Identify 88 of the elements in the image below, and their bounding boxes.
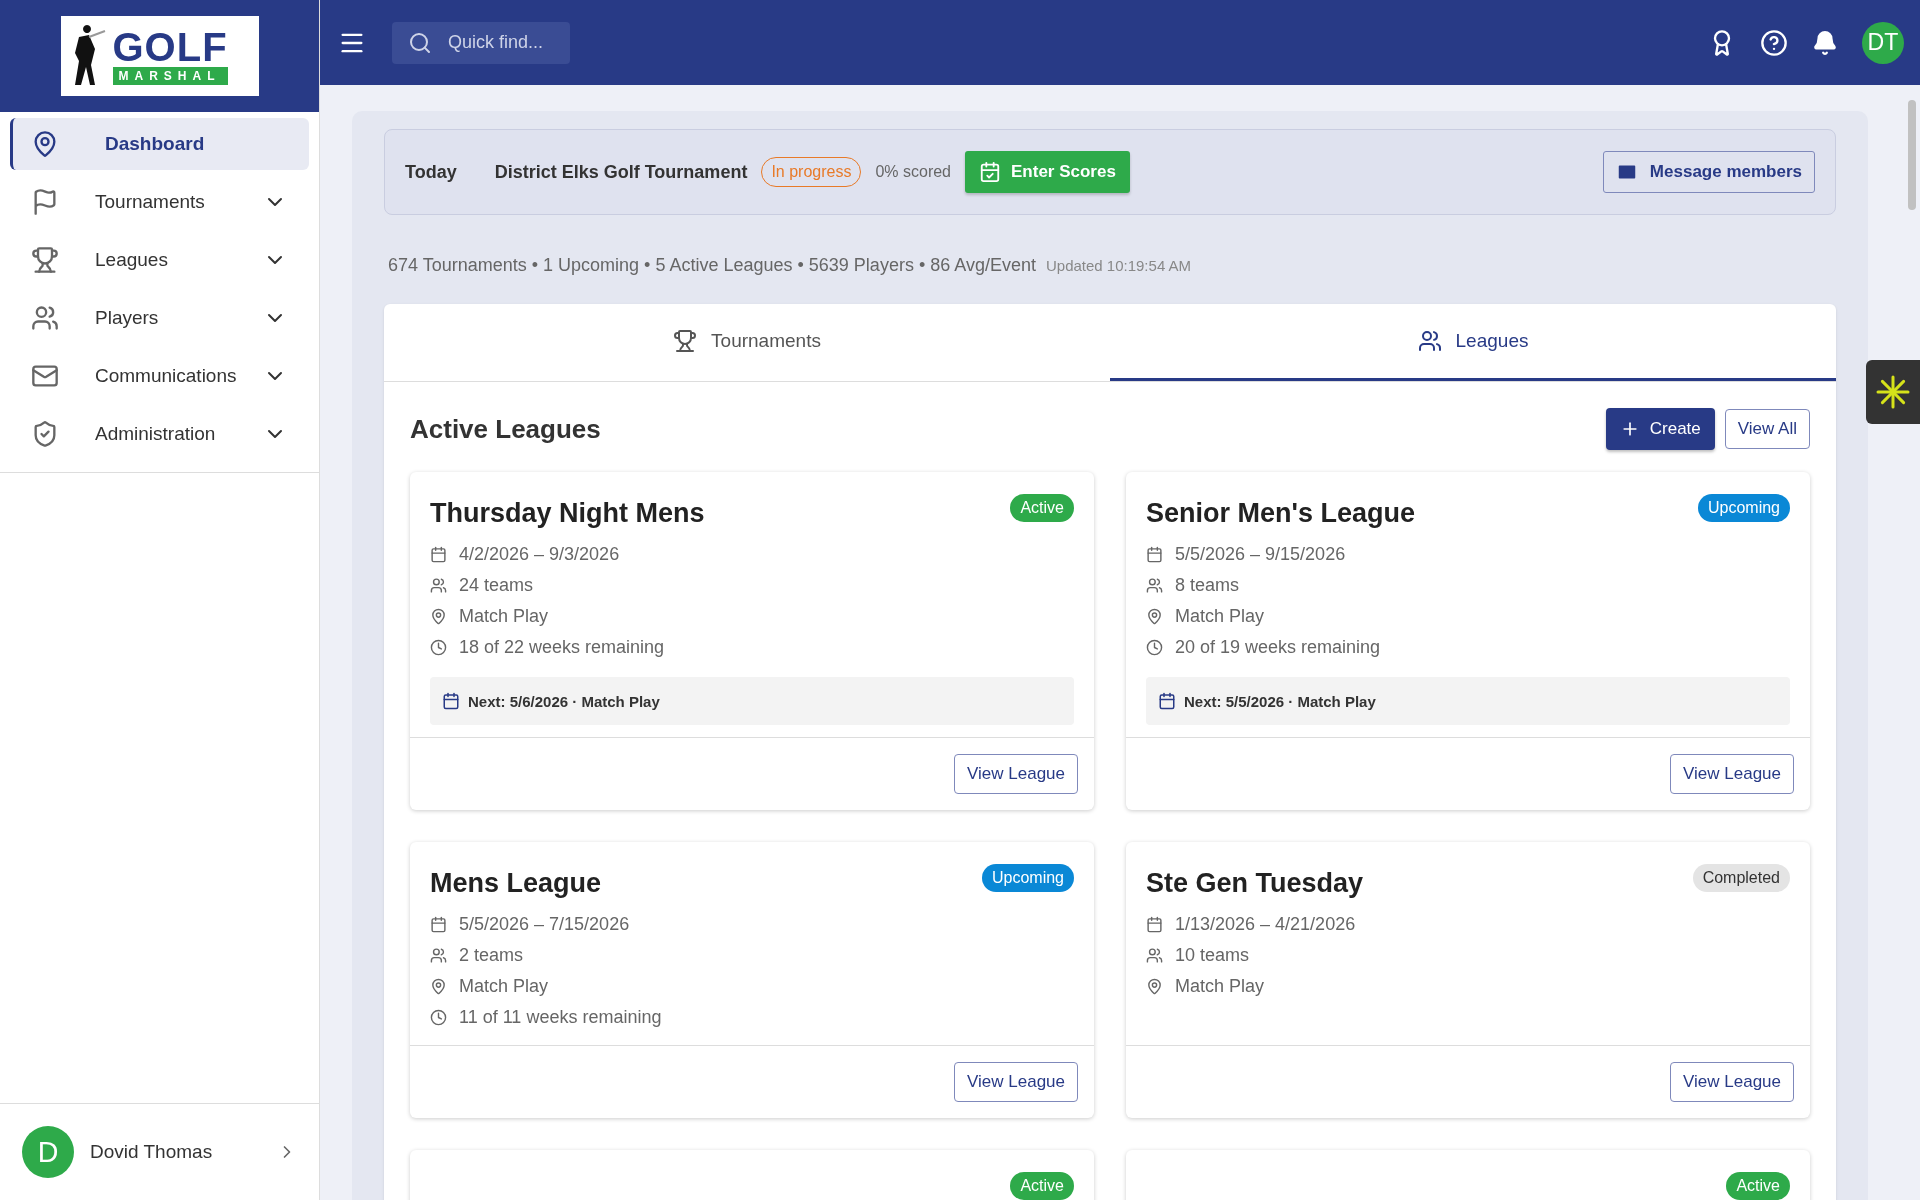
league-dates: 5/5/2026 – 9/15/2026: [1175, 544, 1346, 565]
sidebar-item[interactable]: Dashboard: [10, 118, 309, 170]
league-dates: 1/13/2026 – 4/21/2026: [1175, 914, 1356, 935]
status-badge: Active: [1726, 1172, 1790, 1200]
sidebar-item[interactable]: Players: [10, 292, 309, 344]
logo-subtitle: MARSHAL: [112, 67, 228, 85]
today-label: Today: [405, 161, 457, 183]
sidebar-label: Tournaments: [95, 191, 206, 213]
pin-icon: [1146, 978, 1163, 995]
calendar-icon: [979, 161, 1001, 183]
search-icon: [408, 30, 432, 55]
view-all-button[interactable]: View All: [1724, 409, 1810, 449]
people-icon: [1417, 329, 1442, 353]
pin-icon: [430, 978, 447, 995]
weeks-remaining: 11 of 11 weeks remaining: [459, 1007, 662, 1028]
calendar-icon: [1146, 916, 1163, 933]
message-members-button[interactable]: Message members: [1602, 151, 1815, 193]
clock-icon: [430, 1009, 447, 1026]
league-name: Ste Gen Tuesday: [1146, 868, 1364, 899]
league-teams: 8 teams: [1175, 575, 1240, 596]
sidebar-label: Administration: [95, 423, 217, 445]
tab[interactable]: Tournaments: [384, 304, 1110, 381]
scored-text: 0% scored: [875, 163, 951, 181]
status-badge: Upcoming: [981, 864, 1074, 892]
scrollbar-thumb[interactable]: [1908, 100, 1916, 210]
people-icon: [31, 304, 59, 332]
calendar-icon: [1146, 546, 1163, 563]
clock-icon: [1146, 639, 1163, 656]
league-dates: 4/2/2026 – 9/3/2026: [459, 544, 620, 565]
stats-summary: 674 Tournaments • 1 Upcoming • 5 Active Leagues • 5639 Players • 86 Avg/Event: [388, 255, 1036, 276]
sidebar-label: Dashboard: [105, 133, 206, 155]
logo-title: GOLF: [112, 27, 228, 67]
calendar-icon: [430, 546, 447, 563]
league-format: Match Play: [459, 606, 549, 627]
status-badge: Active: [1010, 1172, 1074, 1200]
people-icon: [430, 577, 447, 594]
calendar-icon: [430, 916, 447, 933]
sidebar-item[interactable]: Administration: [10, 408, 309, 460]
league-format: Match Play: [1175, 976, 1265, 997]
status-badge: Active: [1010, 494, 1074, 522]
bell-icon[interactable]: [1812, 29, 1838, 56]
people-icon: [1146, 577, 1163, 594]
trophy-icon: [31, 246, 59, 274]
sidebar-label: Players: [95, 307, 160, 329]
league-teams: 10 teams: [1175, 945, 1250, 966]
section-title: Active Leagues: [410, 413, 602, 445]
event-name: District Elks Golf Tournament: [494, 161, 748, 183]
sidebar-item[interactable]: Leagues: [10, 234, 309, 286]
calendar-icon: [442, 692, 460, 710]
pin-icon: [1146, 608, 1163, 625]
next-match: Next: 5/6/2026 · Match Play: [468, 692, 660, 710]
asterisk-icon: [1875, 374, 1911, 410]
widget-button[interactable]: [1866, 360, 1920, 424]
view-league-button[interactable]: View League: [954, 754, 1078, 794]
view-league-button[interactable]: View League: [1670, 754, 1794, 794]
user-name: Dovid Thomas: [90, 1141, 214, 1163]
league-format: Match Play: [459, 976, 549, 997]
league-teams: 24 teams: [459, 575, 534, 596]
league-name: Senior Men's League: [1146, 498, 1415, 529]
league-name: Thursday Night Mens: [430, 498, 705, 529]
sidebar-label: Communications: [95, 365, 238, 387]
weeks-remaining: 18 of 22 weeks remaining: [459, 637, 665, 658]
status-badge: Upcoming: [1697, 494, 1790, 522]
user-profile[interactable]: D Dovid Thomas: [0, 1103, 319, 1200]
tab[interactable]: Leagues: [1110, 304, 1836, 381]
user-avatar: D: [22, 1126, 74, 1178]
pin-icon: [430, 608, 447, 625]
status-badge: Completed: [1692, 864, 1790, 892]
trophy-icon: [673, 329, 698, 353]
league-teams: 2 teams: [459, 945, 524, 966]
weeks-remaining: 20 of 19 weeks remaining: [1175, 637, 1381, 658]
league-dates: 5/5/2026 – 7/15/2026: [459, 914, 630, 935]
sidebar-item[interactable]: Communications: [10, 350, 309, 402]
next-match: Next: 5/5/2026 · Match Play: [1184, 692, 1376, 710]
sidebar-item[interactable]: Tournaments: [10, 176, 309, 228]
calendar-icon: [1158, 692, 1176, 710]
sidebar-label: Leagues: [95, 249, 169, 271]
view-league-button[interactable]: View League: [954, 1062, 1078, 1102]
updated-time: Updated 10:19:54 AM: [1045, 257, 1192, 274]
league-format: Match Play: [1175, 606, 1265, 627]
clock-icon: [430, 639, 447, 656]
view-league-button[interactable]: View League: [1670, 1062, 1794, 1102]
people-icon: [1146, 947, 1163, 964]
help-icon[interactable]: [1760, 28, 1788, 57]
create-button[interactable]: Create: [1605, 408, 1715, 450]
league-name: Mens League: [430, 868, 602, 899]
people-icon: [430, 947, 447, 964]
search-field[interactable]: Quick find...: [392, 21, 570, 64]
